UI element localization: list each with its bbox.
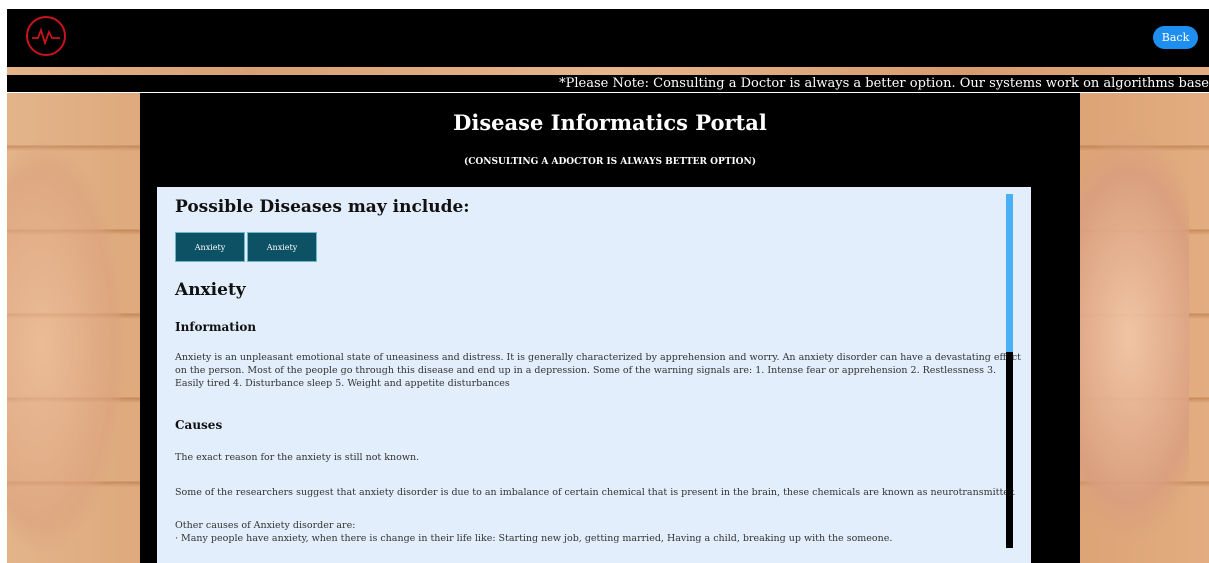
hand-left-image — [7, 137, 127, 557]
back-button[interactable]: Back — [1153, 26, 1198, 49]
heartbeat-icon[interactable] — [26, 16, 66, 56]
page-title: Disease Informatics Portal — [453, 110, 767, 135]
top-nav-bar: Back — [7, 9, 1209, 67]
causes-text-2: Some of the researchers suggest that anx… — [175, 487, 1016, 498]
causes-bullet-1: · Many people have anxiety, when there i… — [175, 533, 893, 544]
scrollbar-thumb[interactable] — [1006, 194, 1013, 352]
page-subtitle: (CONSULTING A ADOCTOR IS ALWAYS BETTER O… — [464, 157, 756, 167]
notice-text: *Please Note: Consulting a Doctor is alw… — [559, 76, 1209, 91]
disease-title: Anxiety — [175, 280, 246, 300]
notice-marquee: *Please Note: Consulting a Doctor is alw… — [7, 75, 1209, 93]
causes-text-1: The exact reason for the anxiety is stil… — [175, 452, 420, 463]
information-heading: Information — [175, 320, 257, 334]
results-content[interactable]: Possible Diseases may include: Anxiety A… — [157, 187, 1031, 563]
disease-chip[interactable]: Anxiety — [247, 232, 317, 262]
disease-chip[interactable]: Anxiety — [175, 232, 245, 262]
causes-text-3: Other causes of Anxiety disorder are: — [175, 520, 356, 531]
portal-panel: Disease Informatics Portal (CONSULTING A… — [140, 93, 1080, 563]
possible-diseases-heading: Possible Diseases may include: — [175, 197, 470, 217]
content-scrollbar[interactable] — [1006, 194, 1013, 548]
causes-heading: Causes — [175, 418, 223, 432]
disease-chip-list: Anxiety Anxiety — [175, 232, 317, 262]
information-text: Anxiety is an unpleasant emotional state… — [175, 352, 1021, 389]
